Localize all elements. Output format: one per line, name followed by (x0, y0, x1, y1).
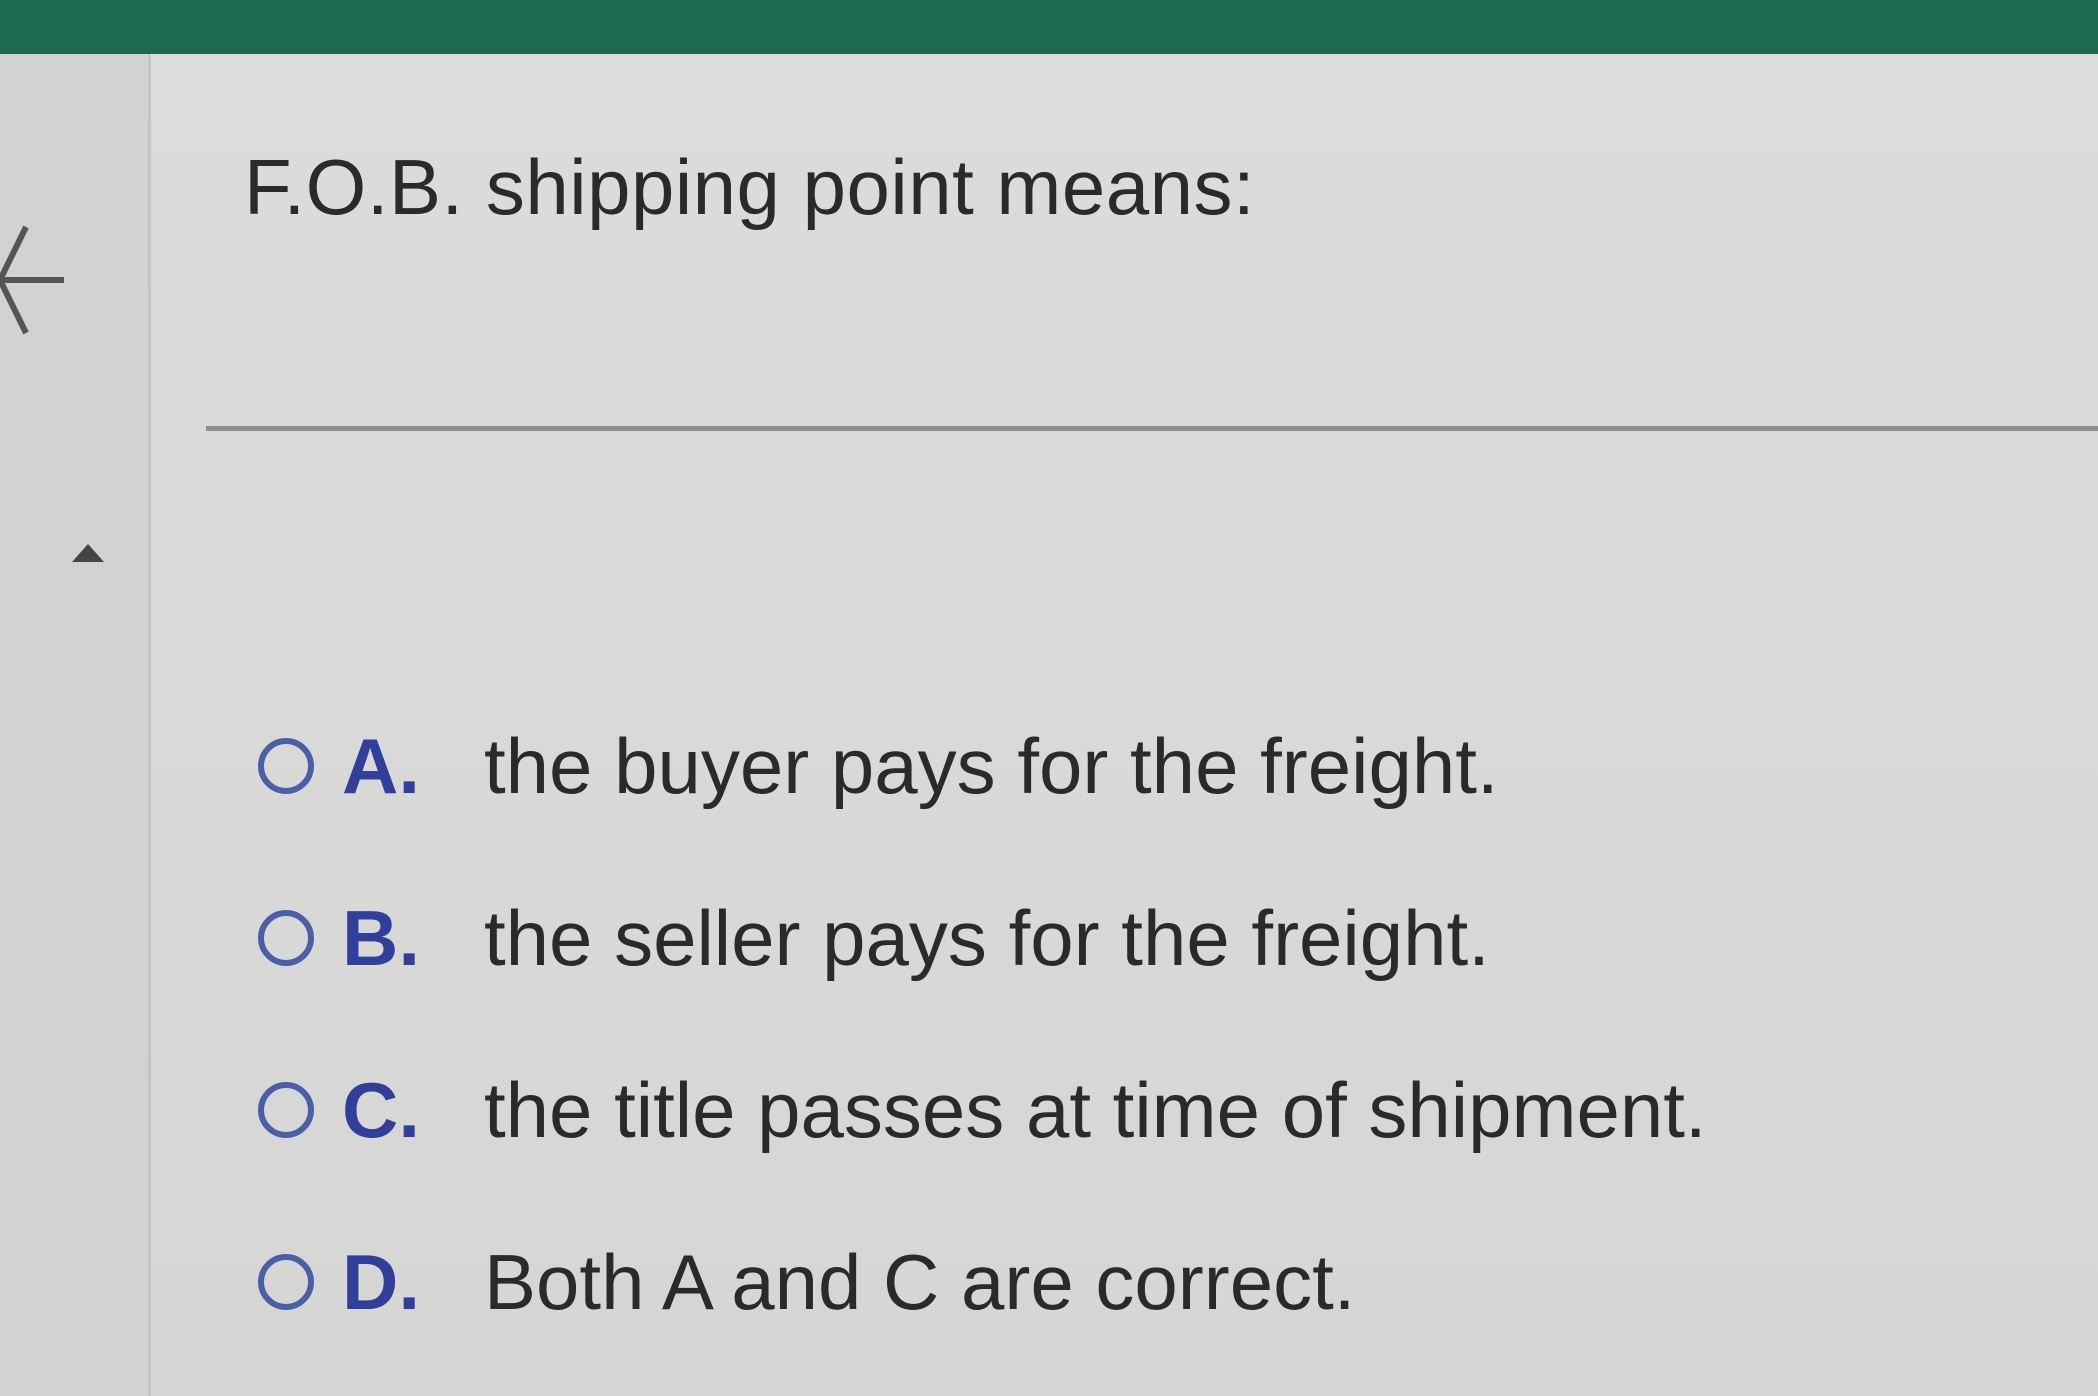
radio-button-a[interactable] (258, 738, 314, 794)
answer-option-b[interactable]: B. the seller pays for the freight. (258, 852, 2058, 1024)
radio-button-d[interactable] (258, 1254, 314, 1310)
option-letter: C. (342, 1065, 420, 1154)
answer-option-d[interactable]: D. Both A and C are correct. (258, 1196, 2058, 1368)
option-letter: B. (342, 893, 420, 982)
option-text[interactable]: the title passes at time of shipment. (484, 1065, 1707, 1156)
radio-button-c[interactable] (258, 1082, 314, 1138)
caret-up-icon[interactable] (68, 540, 108, 564)
option-letter: D. (342, 1237, 420, 1326)
answer-options: A. the buyer pays for the freight. B. th… (258, 680, 2058, 1368)
header-bar (0, 0, 2098, 54)
arrow-left-icon[interactable] (0, 215, 70, 345)
option-text[interactable]: the buyer pays for the freight. (484, 721, 1499, 812)
question-text: F.O.B. shipping point means: (244, 143, 1256, 231)
radio-button-b[interactable] (258, 910, 314, 966)
option-text[interactable]: the seller pays for the freight. (484, 893, 1490, 984)
option-letter: A. (342, 721, 420, 810)
option-text[interactable]: Both A and C are correct. (484, 1237, 1355, 1328)
answer-option-a[interactable]: A. the buyer pays for the freight. (258, 680, 2058, 852)
quiz-screen: F.O.B. shipping point means: A. the buye… (0, 0, 2098, 1396)
answer-option-c[interactable]: C. the title passes at time of shipment. (258, 1024, 2058, 1196)
question-divider (206, 426, 2098, 431)
